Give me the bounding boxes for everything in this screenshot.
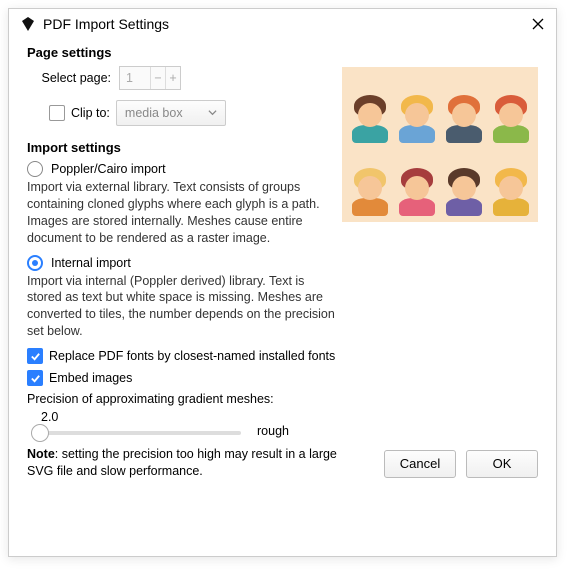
replace-fonts-label: Replace PDF fonts by closest-named insta… (49, 349, 335, 363)
precision-note: Note: setting the precision too high may… (27, 446, 337, 480)
clip-to-value: media box (125, 106, 183, 120)
avatar-icon (442, 73, 485, 143)
slider-thumb[interactable] (31, 424, 49, 442)
close-button[interactable] (530, 16, 546, 32)
pdf-import-dialog: PDF Import Settings Page settings Select… (8, 8, 557, 557)
select-page-label: Select page: (27, 71, 111, 85)
window-title: PDF Import Settings (43, 16, 530, 32)
replace-fonts-checkbox[interactable] (27, 348, 43, 364)
precision-slider[interactable] (31, 431, 241, 435)
embed-images-checkbox[interactable] (27, 370, 43, 386)
avatar-icon (348, 147, 391, 217)
spin-up-icon[interactable]: + (165, 67, 180, 89)
internal-radio-label: Internal import (51, 256, 131, 270)
avatar-icon (395, 73, 438, 143)
poppler-radio-label: Poppler/Cairo import (51, 162, 166, 176)
cancel-button[interactable]: Cancel (384, 450, 456, 478)
avatar-icon (348, 73, 391, 143)
precision-value: 2.0 (41, 410, 357, 424)
avatar-icon (489, 73, 532, 143)
ok-button[interactable]: OK (466, 450, 538, 478)
page-preview (342, 67, 538, 222)
note-strong: Note (27, 447, 55, 461)
select-page-value: 1 (120, 71, 150, 85)
precision-label: Precision of approximating gradient mesh… (27, 392, 357, 406)
chevron-down-icon (208, 106, 217, 120)
note-text: : setting the precision too high may res… (27, 447, 337, 478)
internal-radio[interactable] (27, 255, 43, 271)
titlebar: PDF Import Settings (9, 9, 556, 37)
clip-to-label: Clip to: (71, 106, 110, 120)
clip-to-checkbox[interactable] (49, 105, 65, 121)
import-settings-heading: Import settings (27, 140, 357, 155)
poppler-description: Import via external library. Text consis… (27, 179, 337, 247)
app-icon (19, 15, 37, 33)
page-settings-heading: Page settings (27, 45, 357, 60)
avatar-icon (442, 147, 485, 217)
spin-down-icon[interactable]: − (150, 67, 165, 89)
internal-description: Import via internal (Poppler derived) li… (27, 273, 337, 341)
poppler-radio[interactable] (27, 161, 43, 177)
embed-images-label: Embed images (49, 371, 132, 385)
clip-to-combo[interactable]: media box (116, 100, 226, 126)
precision-hint: rough (257, 424, 289, 438)
avatar-icon (489, 147, 532, 217)
select-page-spinner[interactable]: 1 − + (119, 66, 181, 90)
avatar-icon (395, 147, 438, 217)
